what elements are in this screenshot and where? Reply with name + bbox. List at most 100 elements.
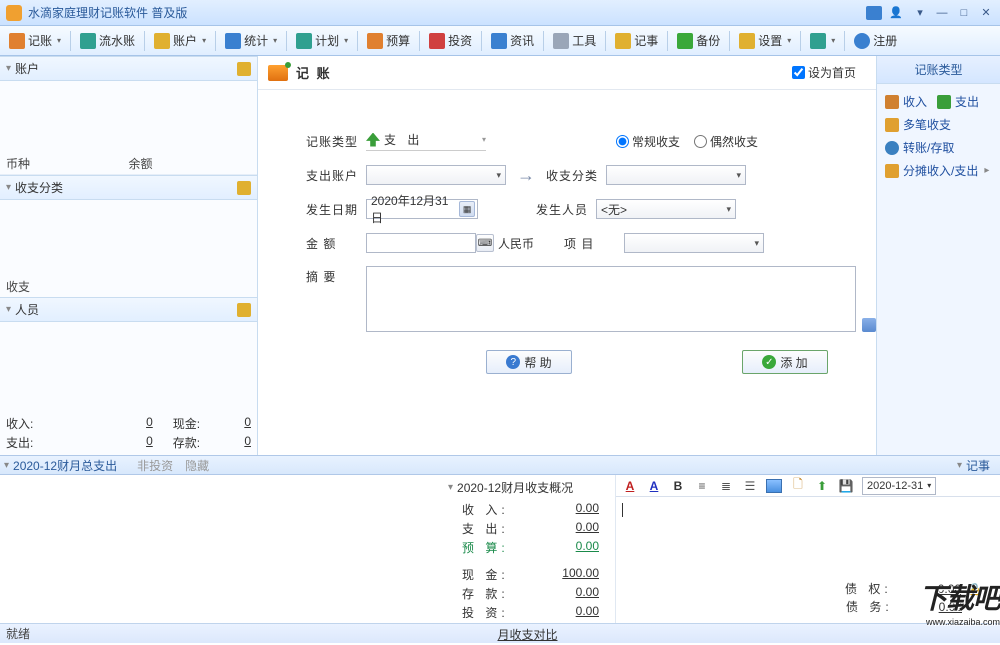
toolbar-more[interactable]: ▾ xyxy=(805,31,840,51)
calendar-icon[interactable]: ▦ xyxy=(459,201,475,217)
record-page-icon xyxy=(268,65,288,81)
stat-cash[interactable]: 100.00 xyxy=(522,566,607,583)
toolbar-tools[interactable]: 工具 xyxy=(548,30,601,51)
toolbar-news[interactable]: 资讯 xyxy=(486,30,539,51)
toolbar-settings[interactable]: 设置▾ xyxy=(734,30,796,51)
set-homepage-checkbox[interactable]: 设为首页 xyxy=(792,64,856,81)
list-icon[interactable]: ☰ xyxy=(742,478,758,494)
font-color-blue-icon[interactable]: A xyxy=(646,478,662,494)
save-icon[interactable]: 💾 xyxy=(838,478,854,494)
journal-link[interactable]: 记事 xyxy=(966,457,990,474)
notes-icon xyxy=(615,33,631,49)
collapse-icon[interactable]: ▾ xyxy=(957,460,962,471)
homepage-input[interactable] xyxy=(792,66,805,79)
toolbar-register[interactable]: 注册 xyxy=(849,30,902,51)
lock-icon[interactable]: 🔒 xyxy=(967,582,982,596)
toolbar-budget[interactable]: 预算 xyxy=(362,30,415,51)
label-project: 项 目 xyxy=(564,235,624,252)
upload-icon[interactable]: ⬆ xyxy=(814,478,830,494)
summary-textarea[interactable] xyxy=(366,266,856,332)
tools-icon xyxy=(553,33,569,49)
type-list: 收入 支出 多笔收支 转账/存取 分摊收入/支出▸ xyxy=(877,84,1000,188)
stat-payable[interactable]: 0.00 xyxy=(902,600,962,614)
maximize-button[interactable]: □ xyxy=(956,6,972,20)
close-button[interactable]: ✕ xyxy=(978,6,994,20)
stat-receivable[interactable]: 0.00 xyxy=(901,582,961,596)
radio-accidental[interactable]: 偶然收支 xyxy=(694,133,758,150)
col-balance: 余额 xyxy=(129,155,252,172)
check-circle-icon: ✓ xyxy=(762,355,776,369)
overview-title: 2020-12财月收支概况 xyxy=(457,479,573,496)
tab-hidden[interactable]: 隐藏 xyxy=(185,457,209,474)
type-split[interactable]: 分摊收入/支出▸ xyxy=(885,159,992,182)
tab-noninvest[interactable]: 非投资 xyxy=(137,457,173,474)
bold-icon[interactable]: B xyxy=(670,478,686,494)
user-icon[interactable]: 👤 xyxy=(888,6,904,20)
toolbar-notes[interactable]: 记事 xyxy=(610,30,663,51)
chevron-right-icon: ▸ xyxy=(984,165,989,176)
form-header: 记 账 设为首页 xyxy=(258,56,876,90)
toolbar-stats[interactable]: 统计▾ xyxy=(220,30,282,51)
text-cursor xyxy=(622,503,623,517)
stat-invest[interactable]: 0.00 xyxy=(522,604,607,621)
person-header[interactable]: ▾ 人员 xyxy=(0,297,257,322)
collapse-icon[interactable]: ▾ xyxy=(6,304,11,315)
collapse-icon[interactable]: ▾ xyxy=(4,460,9,471)
accounts-header[interactable]: ▾ 账户 xyxy=(0,56,257,81)
collapse-icon[interactable]: ▾ xyxy=(448,482,453,493)
toolbar-accounts[interactable]: 账户▾ xyxy=(149,30,211,51)
add-button[interactable]: ✓ 添 加 xyxy=(742,350,828,374)
chevron-down-icon: ▾ xyxy=(736,170,741,181)
user-drop-icon[interactable]: ▾ xyxy=(912,6,928,20)
category-combo[interactable]: ▾ xyxy=(606,165,746,185)
stat-expense[interactable]: 0.00 xyxy=(522,520,607,537)
type-expense[interactable]: 支出 xyxy=(937,90,979,113)
type-multi[interactable]: 多笔收支 xyxy=(885,113,992,136)
account-combo[interactable]: ▾ xyxy=(366,165,506,185)
category-action-icon[interactable] xyxy=(237,181,251,195)
summary-expense-value[interactable]: 0 xyxy=(94,434,153,451)
amount-input[interactable] xyxy=(366,233,476,253)
syswin-icon[interactable] xyxy=(866,6,882,20)
edit-icon[interactable] xyxy=(862,318,876,332)
toolbar-record[interactable]: 记账▾ xyxy=(4,30,66,51)
stat-income[interactable]: 0.00 xyxy=(522,501,607,518)
expense-up-icon xyxy=(366,133,380,147)
stat-budget[interactable]: 0.00 xyxy=(522,539,607,556)
browse-icon[interactable]: 🗋 xyxy=(790,478,806,494)
help-button[interactable]: ? 帮 助 xyxy=(486,350,572,374)
person-action-icon[interactable] xyxy=(237,303,251,317)
summary-deposit-value[interactable]: 0 xyxy=(212,434,251,451)
date-input[interactable]: 2020年12月31日 ▦ xyxy=(366,199,478,219)
collapse-icon[interactable]: ▾ xyxy=(6,63,11,74)
person-combo[interactable]: <无>▾ xyxy=(596,199,736,219)
editor-textarea[interactable]: 债 权: 0.00 🔒 债 务: 0.00 xyxy=(616,497,1000,623)
summary-cash-value[interactable]: 0 xyxy=(212,415,251,432)
footer-tabs: 非投资 隐藏 xyxy=(137,457,209,474)
image-icon[interactable] xyxy=(766,479,782,493)
align-left-icon[interactable]: ≡ xyxy=(694,478,710,494)
align-center-icon[interactable]: ≣ xyxy=(718,478,734,494)
toolbar-journal[interactable]: 流水账 xyxy=(75,30,140,51)
status-text: 就绪 xyxy=(6,625,30,642)
type-selector[interactable]: 支 出 ▾ xyxy=(366,131,486,151)
minimize-button[interactable]: — xyxy=(934,6,950,20)
compare-link[interactable]: 月收支对比 xyxy=(448,626,607,643)
category-header[interactable]: ▾ 收支分类 xyxy=(0,175,257,200)
toolbar-invest[interactable]: 投资 xyxy=(424,30,477,51)
currency-label: 人民币 xyxy=(498,235,534,252)
stat-deposit[interactable]: 0.00 xyxy=(522,585,607,602)
radio-normal[interactable]: 常规收支 xyxy=(616,133,680,150)
collapse-icon[interactable]: ▾ xyxy=(6,182,11,193)
type-transfer[interactable]: 转账/存取 xyxy=(885,136,992,159)
expense-icon xyxy=(937,95,951,109)
calculator-icon[interactable]: ⌨ xyxy=(476,234,494,252)
accounts-action-icon[interactable] xyxy=(237,62,251,76)
font-color-red-icon[interactable]: A xyxy=(622,478,638,494)
summary-income-value[interactable]: 0 xyxy=(94,415,153,432)
project-combo[interactable]: ▾ xyxy=(624,233,764,253)
journal-date-picker[interactable]: 2020-12-31▾ xyxy=(862,477,936,495)
toolbar-plan[interactable]: 计划▾ xyxy=(291,30,353,51)
type-income[interactable]: 收入 xyxy=(885,90,927,113)
toolbar-backup[interactable]: 备份 xyxy=(672,30,725,51)
